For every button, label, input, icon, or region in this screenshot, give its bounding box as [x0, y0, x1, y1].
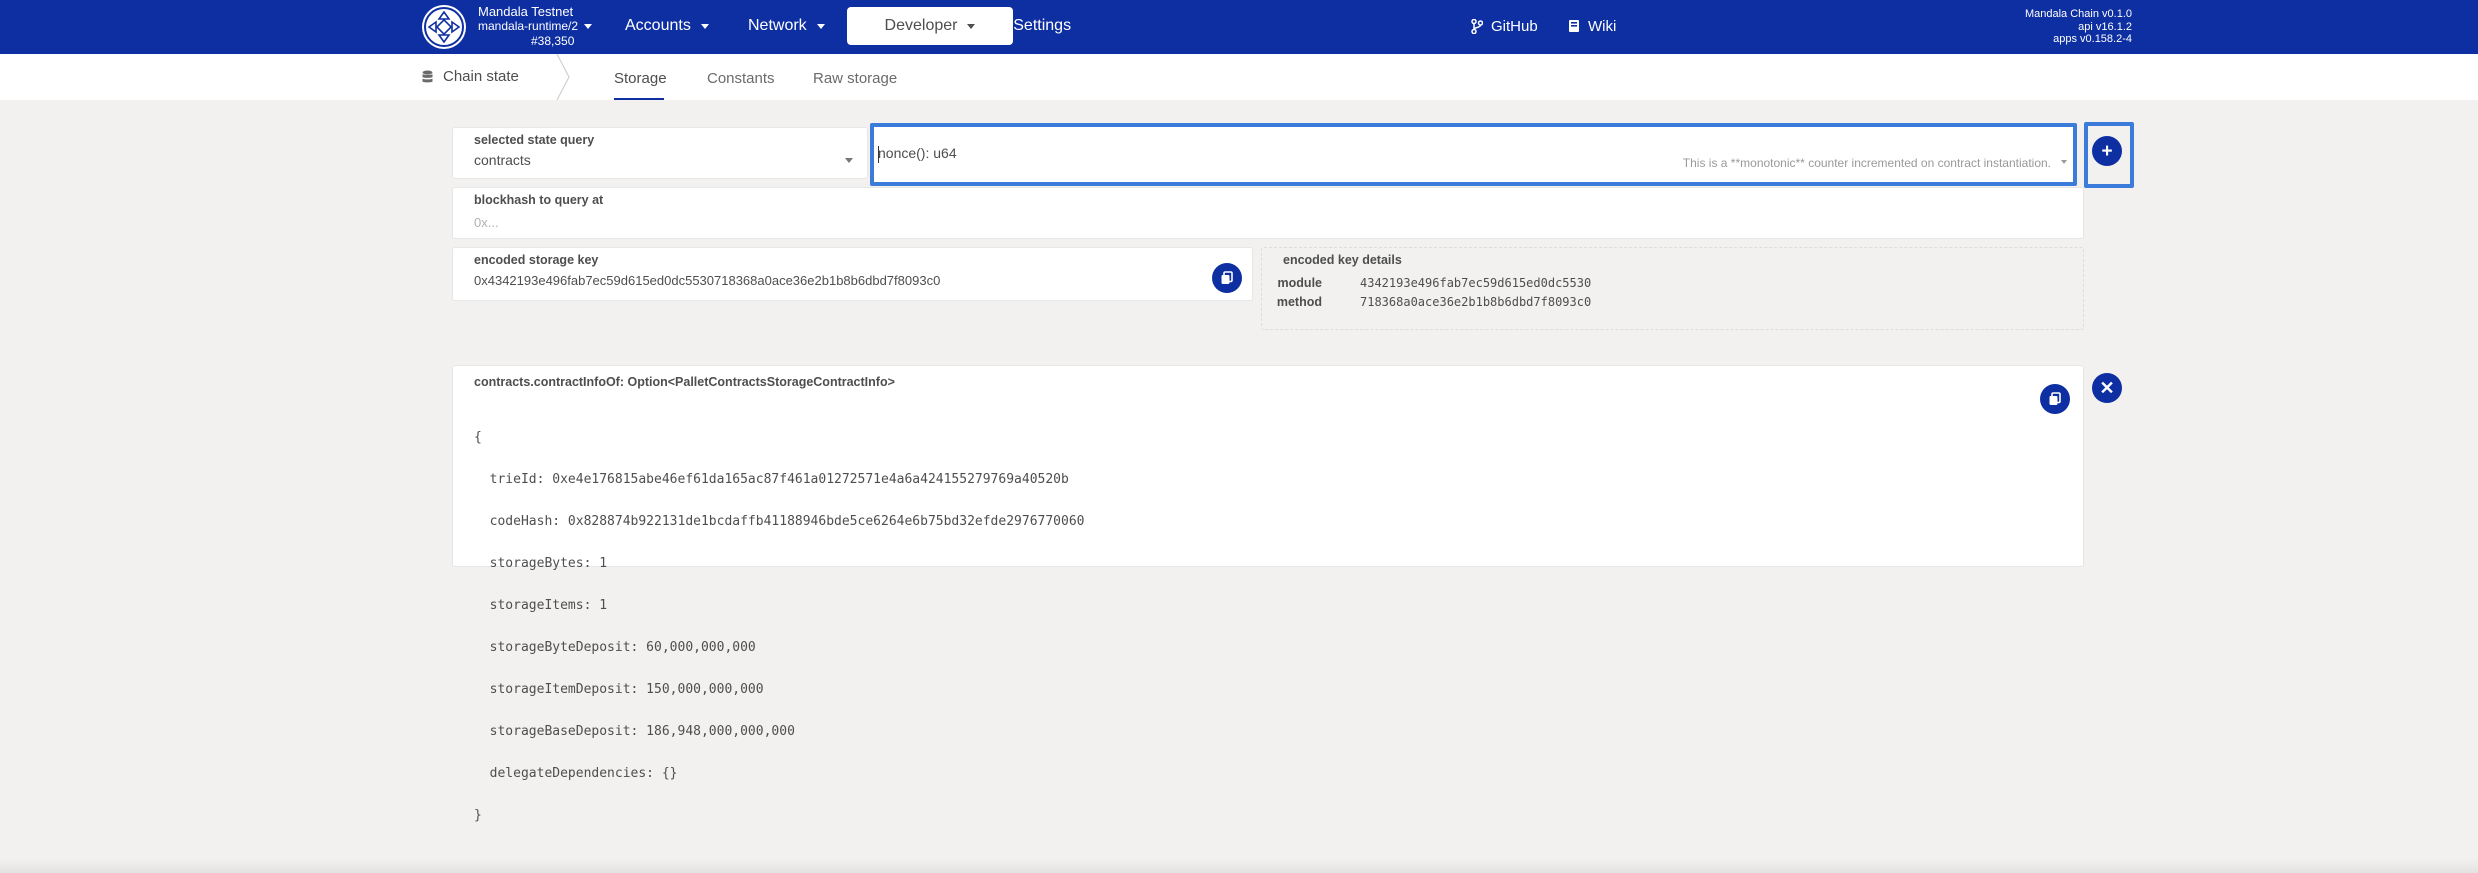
result-line: storageItemDeposit: 150,000,000,000: [474, 682, 764, 697]
result-line: }: [474, 808, 482, 823]
mandala-logo-icon[interactable]: [422, 5, 466, 49]
git-branch-icon: [1471, 18, 1483, 34]
runtime-label: mandala-runtime/2: [478, 19, 579, 33]
chevron-down-icon: [967, 23, 976, 29]
blockhash-placeholder: 0x...: [474, 215, 499, 230]
plus-icon: +: [2101, 140, 2113, 162]
blockhash-label: blockhash to query at: [474, 193, 604, 207]
top-navigation-bar: Mandala Testnet mandala-runtime/2 #38,35…: [0, 0, 2478, 54]
result-title: contracts.contractInfoOf: Option<PalletC…: [474, 375, 895, 389]
chevron-down-icon: [584, 24, 593, 29]
result-line: storageByteDeposit: 60,000,000,000: [474, 640, 756, 655]
state-query-select[interactable]: selected state query contracts: [452, 127, 868, 179]
wiki-label: Wiki: [1588, 17, 1617, 35]
nav-settings-label: Settings: [1013, 17, 1072, 34]
storage-method-value: nonce(): u64: [878, 145, 957, 161]
encoded-key-label: encoded storage key: [474, 253, 599, 267]
add-query-button[interactable]: +: [2092, 136, 2122, 166]
github-link[interactable]: GitHub: [1471, 7, 1538, 45]
breadcrumb-separator: [556, 54, 570, 100]
result-line: delegateDependencies: {}: [474, 766, 678, 781]
book-icon: [1569, 20, 1579, 32]
copy-icon: [1221, 271, 1233, 284]
module-value: 4342193e496fab7ec59d615ed0dc5530: [1360, 276, 1592, 290]
result-output[interactable]: { trieId: 0xe4e176815abe46ef61da165ac87f…: [474, 403, 1084, 851]
close-icon: ✕: [2099, 378, 2115, 398]
nav-accounts[interactable]: Accounts: [625, 7, 709, 45]
sub-navigation: Chain state Storage Constants Raw storag…: [0, 54, 2478, 100]
module-label: module: [1277, 276, 1322, 290]
chain-selector[interactable]: Mandala Testnet mandala-runtime/2 #38,35…: [478, 4, 593, 49]
nav-accounts-label: Accounts: [625, 17, 691, 34]
wiki-link[interactable]: Wiki: [1568, 7, 1616, 45]
result-line: trieId: 0xe4e176815abe46ef61da165ac87f46…: [474, 472, 1069, 487]
chain-version: Mandala Chain v0.1.0: [2024, 8, 2132, 20]
state-query-label: selected state query: [474, 133, 595, 147]
nav-network-label: Network: [748, 17, 807, 34]
copy-result-button[interactable]: [2040, 384, 2070, 414]
section-title: Chain state: [443, 68, 519, 85]
block-number: #38,350: [531, 34, 575, 48]
copy-encoded-key-button[interactable]: [1212, 263, 1242, 293]
method-label: method: [1276, 295, 1322, 309]
chevron-down-icon: [845, 158, 853, 163]
storage-method-doc: This is a **monotonic** counter incremen…: [1682, 156, 2051, 170]
encoded-key-value[interactable]: 0x4342193e496fab7ec59d615ed0dc5530718368…: [474, 273, 940, 288]
encoded-details-label: encoded key details: [1283, 253, 1402, 267]
nav-settings[interactable]: ⚙ Settings: [990, 7, 1071, 45]
encoded-key-details: encoded key details module 4342193e496fa…: [1261, 247, 2084, 330]
nav-network[interactable]: Network: [748, 7, 825, 45]
api-version: api v16.1.2: [2078, 20, 2132, 33]
result-line: {: [474, 430, 482, 445]
runtime-version: mandala-runtime/2: [478, 19, 593, 34]
chevron-down-icon: [2061, 160, 2067, 164]
result-line: storageBytes: 1: [474, 556, 608, 571]
result-line: codeHash: 0x828874b922131de1bcdaffb41188…: [474, 514, 1085, 529]
nav-developer[interactable]: Developer: [847, 7, 1013, 45]
database-icon: [422, 70, 433, 82]
tab-storage[interactable]: Storage: [614, 70, 667, 87]
tab-raw-storage[interactable]: Raw storage: [813, 70, 897, 87]
breadcrumb: Chain state: [422, 68, 519, 85]
storage-method-select[interactable]: nonce(): u64 This is a **monotonic** cou…: [870, 123, 2077, 186]
chevron-down-icon: [816, 23, 825, 29]
state-query-value: contracts: [474, 152, 531, 168]
chain-name: Mandala Testnet: [478, 4, 574, 19]
method-value: 718368a0ace36e2b1b8b6dbd7f8093c0: [1360, 295, 1592, 309]
copy-icon: [2049, 392, 2061, 405]
apps-version: apps v0.158.2-4: [2053, 33, 2132, 45]
chevron-down-icon: [700, 23, 709, 29]
bottom-shadow: [0, 858, 2478, 873]
active-tab-indicator: [614, 98, 664, 100]
nav-developer-label: Developer: [884, 17, 958, 34]
encoded-storage-key: encoded storage key 0x4342193e496fab7ec5…: [452, 247, 1253, 301]
version-info: Mandala Chain v0.1.0 api v16.1.2 apps v0…: [2025, 8, 2132, 46]
gear-icon: ⚙: [990, 16, 1006, 35]
result-line: storageBaseDeposit: 186,948,000,000,000: [474, 724, 795, 739]
result-line: storageItems: 1: [474, 598, 608, 613]
remove-result-button[interactable]: ✕: [2092, 373, 2122, 403]
github-label: GitHub: [1491, 17, 1538, 35]
tab-constants[interactable]: Constants: [707, 70, 775, 87]
query-result: contracts.contractInfoOf: Option<PalletC…: [452, 365, 2084, 823]
blockhash-input[interactable]: blockhash to query at 0x...: [452, 187, 2084, 239]
